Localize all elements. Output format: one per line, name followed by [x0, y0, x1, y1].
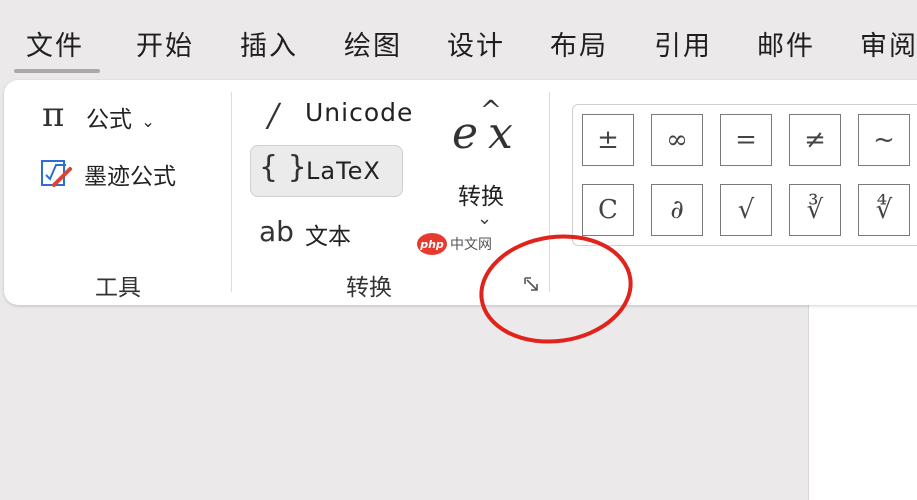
- document-page[interactable]: [808, 305, 917, 500]
- convert-chevron-down-icon[interactable]: ⌄: [477, 208, 492, 229]
- formula-button[interactable]: 公式 ⌄: [86, 100, 155, 134]
- ink-formula-button[interactable]: 墨迹公式: [84, 157, 176, 191]
- chevron-down-icon: ⌄: [141, 112, 155, 131]
- symbol-infinity[interactable]: ∞: [651, 114, 703, 166]
- watermark-badge: php: [417, 233, 447, 255]
- group-divider-2: [549, 92, 550, 292]
- symbol-complement[interactable]: C: [582, 184, 634, 236]
- menu-bar: 文件 开始 插入 绘图 设计 布局 引用 邮件 审阅: [0, 0, 917, 80]
- text-format-icon: ab: [259, 215, 294, 248]
- menu-file[interactable]: 文件: [26, 24, 84, 63]
- menu-draw[interactable]: 绘图: [344, 24, 402, 63]
- menu-review[interactable]: 审阅: [860, 24, 917, 63]
- convert-button[interactable]: 转换: [458, 177, 504, 211]
- symbol-partial[interactable]: ∂: [651, 184, 703, 236]
- convert-icon[interactable]: e ^ x: [452, 96, 522, 162]
- watermark-logo: php 中文网: [417, 233, 492, 255]
- menu-file-underline: [14, 69, 100, 73]
- watermark-text: 中文网: [450, 237, 492, 253]
- symbol-not-equals[interactable]: ≠: [789, 114, 841, 166]
- menu-layout[interactable]: 布局: [550, 24, 608, 63]
- symbol-plus-minus[interactable]: ±: [582, 114, 634, 166]
- menu-insert[interactable]: 插入: [240, 24, 298, 63]
- menu-home[interactable]: 开始: [136, 24, 194, 63]
- symbol-equals[interactable]: =: [720, 114, 772, 166]
- slash-icon: /: [268, 96, 279, 134]
- latex-label: LaTeX: [306, 157, 381, 185]
- convert-group-label: 转换: [346, 275, 392, 301]
- braces-icon: { }: [259, 150, 307, 185]
- symbol-square-root[interactable]: √: [720, 184, 772, 236]
- menu-mailings[interactable]: 邮件: [757, 24, 815, 63]
- menu-references[interactable]: 引用: [654, 24, 712, 63]
- text-button[interactable]: 文本: [305, 217, 351, 251]
- group-divider: [231, 92, 232, 292]
- symbol-fourth-root[interactable]: ∜: [858, 184, 910, 236]
- symbol-tilde[interactable]: ~: [858, 114, 910, 166]
- menu-design[interactable]: 设计: [447, 24, 505, 63]
- symbol-cube-root[interactable]: ∛: [789, 184, 841, 236]
- tools-group-label: 工具: [95, 275, 141, 301]
- dialog-launcher-icon[interactable]: [522, 275, 542, 295]
- ink-formula-icon: [40, 157, 72, 189]
- pi-icon: π: [42, 95, 65, 135]
- formula-button-label: 公式: [86, 107, 132, 133]
- unicode-button[interactable]: Unicode: [305, 98, 413, 127]
